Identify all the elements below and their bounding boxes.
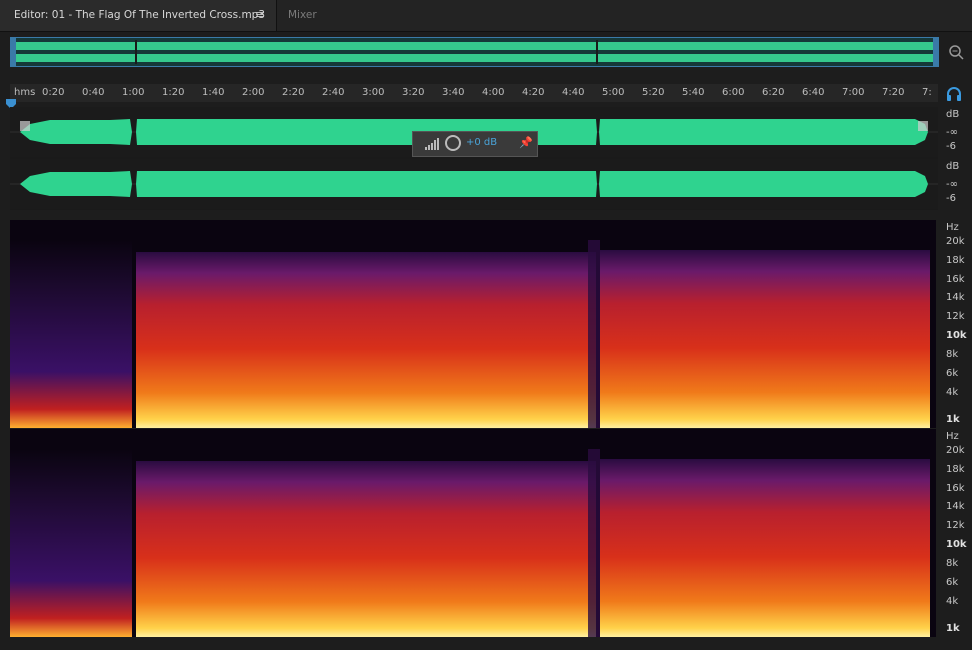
hz-label: 6k: [946, 368, 959, 379]
db-label: -6: [946, 141, 956, 152]
ruler-label: 2:20: [282, 87, 305, 98]
spectral-view-left[interactable]: [10, 220, 936, 428]
hz-label: 12k: [946, 520, 965, 531]
tab-editor-label: Editor: 01 - The Flag Of The Inverted Cr…: [14, 9, 266, 21]
ruler-label: 5:00: [602, 87, 625, 98]
db-unit-label: dB: [946, 109, 960, 120]
hz-label: 20k: [946, 236, 965, 247]
ruler-label: 5:40: [682, 87, 705, 98]
overview-waveform-graphic: [11, 38, 938, 66]
spectral-view-right[interactable]: [10, 429, 936, 637]
volume-level-icon: [425, 138, 439, 150]
zoom-icon[interactable]: [947, 43, 965, 61]
volume-hud[interactable]: +0 dB 📌: [412, 131, 538, 157]
ruler-label: 3:00: [362, 87, 385, 98]
hz-label: 12k: [946, 311, 965, 322]
hz-label: 4k: [946, 596, 959, 607]
db-scale-left: dB -∞ -6: [940, 107, 972, 157]
volume-value[interactable]: +0 dB: [466, 137, 497, 148]
db-label: -6: [946, 193, 956, 204]
db-unit-label: dB: [946, 161, 960, 172]
ruler-label: 2:00: [242, 87, 265, 98]
db-label: -∞: [946, 179, 958, 190]
hz-label: 1k: [946, 414, 960, 425]
hz-label: 20k: [946, 445, 965, 456]
ruler-label: 7:20: [882, 87, 905, 98]
ruler-label: 0:20: [42, 87, 65, 98]
ruler-label: 1:40: [202, 87, 225, 98]
ruler-label: 0:40: [82, 87, 105, 98]
ruler-unit: hms: [14, 87, 36, 98]
tab-editor[interactable]: Editor: 01 - The Flag Of The Inverted Cr…: [0, 0, 277, 31]
hz-label: 18k: [946, 255, 965, 266]
ruler-label: 1:20: [162, 87, 185, 98]
hz-label: 10k: [946, 330, 967, 341]
overview-waveform[interactable]: [10, 37, 939, 67]
playhead-marker-icon[interactable]: [6, 94, 16, 109]
view-splitter-handle[interactable]: [500, 213, 522, 227]
hz-label: 16k: [946, 274, 965, 285]
hz-label: 8k: [946, 349, 959, 360]
hz-label: 4k: [946, 387, 959, 398]
db-scale-right: dB -∞ -6: [940, 159, 972, 209]
hz-unit-label: Hz: [946, 222, 959, 233]
time-ruler[interactable]: hms 0:20 0:40 1:00 1:20 1:40 2:00 2:20 2…: [10, 84, 938, 102]
waveform-right-graphic: [10, 159, 938, 209]
hz-label: 14k: [946, 292, 965, 303]
ruler-label: 6:00: [722, 87, 745, 98]
ruler-label: 3:20: [402, 87, 425, 98]
ruler-label: 7:00: [842, 87, 865, 98]
bottom-toolbar: [0, 641, 972, 650]
ruler-label: 7:: [922, 87, 932, 98]
hz-label: 18k: [946, 464, 965, 475]
panel-menu-icon[interactable]: ≡: [255, 8, 264, 21]
hz-label: 14k: [946, 501, 965, 512]
waveform-channel-right[interactable]: [10, 159, 938, 209]
headphones-icon[interactable]: [946, 86, 964, 102]
ruler-label: 2:40: [322, 87, 345, 98]
pin-icon[interactable]: 📌: [519, 136, 533, 149]
tab-mixer-label: Mixer: [288, 9, 317, 21]
db-label: -∞: [946, 127, 958, 138]
hz-label: 1k: [946, 623, 960, 634]
ruler-label: 4:20: [522, 87, 545, 98]
ruler-label: 4:40: [562, 87, 585, 98]
hz-label: 16k: [946, 483, 965, 494]
hz-label: 10k: [946, 539, 967, 550]
ruler-label: 3:40: [442, 87, 465, 98]
hz-scale-right: Hz 20k 18k 16k 14k 12k 10k 8k 6k 4k 1k: [940, 429, 972, 637]
hz-unit-label: Hz: [946, 431, 959, 442]
hz-label: 6k: [946, 577, 959, 588]
ruler-label: 6:20: [762, 87, 785, 98]
ruler-label: 6:40: [802, 87, 825, 98]
spectrogram-right-graphic: [10, 429, 936, 637]
hz-label: 8k: [946, 558, 959, 569]
spectrogram-left-graphic: [10, 220, 936, 428]
hz-scale-left: Hz 20k 18k 16k 14k 12k 10k 8k 6k 4k 1k: [940, 220, 972, 428]
volume-knob[interactable]: [445, 135, 461, 151]
ruler-label: 5:20: [642, 87, 665, 98]
waveform-view[interactable]: [10, 107, 938, 210]
ruler-label: 4:00: [482, 87, 505, 98]
ruler-label: 1:00: [122, 87, 145, 98]
tab-mixer[interactable]: Mixer: [277, 0, 343, 31]
